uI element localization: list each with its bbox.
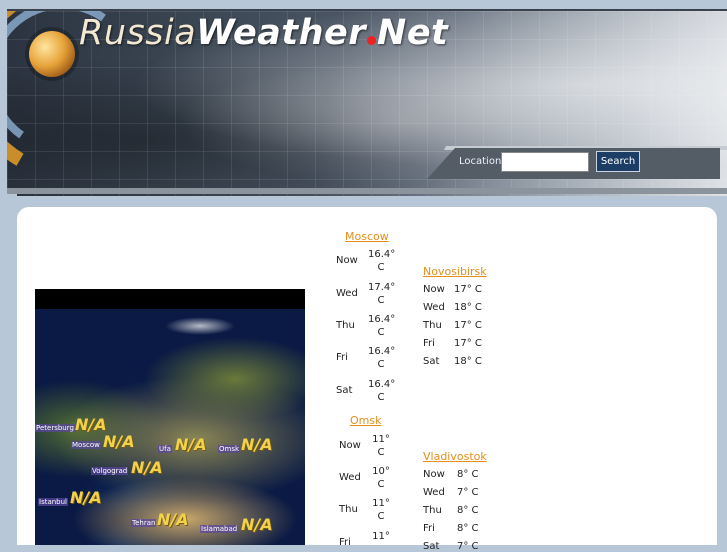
- forecast-temp: 7° C: [457, 487, 479, 498]
- globe-logo-icon: [29, 31, 75, 77]
- forecast-temp: 10° C: [372, 466, 390, 490]
- forecast-temp: 16.4° C: [368, 379, 396, 403]
- forecast-temp: 17.4° C: [368, 282, 396, 306]
- map-city-value: N/A: [103, 432, 135, 451]
- forecast-temp: 8° C: [457, 523, 479, 534]
- site-title-part1: Russia: [79, 13, 197, 53]
- map-city-value: N/A: [70, 488, 102, 507]
- location-input[interactable]: [501, 152, 589, 172]
- forecast-day: Sat: [423, 541, 440, 552]
- forecast-temp: 17° C: [454, 320, 482, 331]
- map-ice: [165, 317, 235, 335]
- map-city-label: Moscow: [71, 441, 101, 449]
- map-city-value: N/A: [75, 415, 107, 434]
- forecast-temp: 8° C: [457, 505, 479, 516]
- map-city-label: Petersburg: [35, 424, 75, 432]
- forecast-day: Thu: [339, 504, 358, 515]
- map-city-label: Istanbul: [38, 498, 69, 506]
- forecast-temp: 7° C: [457, 541, 479, 552]
- map-city-label: Volgograd: [91, 467, 129, 475]
- forecast-temp: 16.4° C: [368, 314, 396, 338]
- forecast-day: Sat: [336, 385, 353, 396]
- forecast-day: Now: [423, 469, 445, 480]
- map-city-value: N/A: [175, 435, 207, 454]
- forecast-temp: 11° C: [372, 498, 390, 522]
- header-bottom-bar: [7, 188, 727, 194]
- map-city-value: N/A: [241, 435, 273, 454]
- site-title[interactable]: RussiaWeather Net: [79, 13, 448, 53]
- map-city-label: Ufa: [158, 445, 172, 453]
- map-city-value: N/A: [241, 515, 273, 534]
- map-top-bar: [35, 289, 305, 309]
- forecast-day: Fri: [339, 537, 351, 548]
- forecast-temp: 16.4° C: [368, 249, 396, 273]
- forecast-day: Wed: [339, 472, 361, 483]
- weather-map[interactable]: Petersburg N/A Moscow N/A Ufa N/A Omsk N…: [35, 289, 305, 545]
- forecast-temp: 11°: [372, 531, 390, 542]
- forecast-day: Wed: [423, 487, 445, 498]
- city-link-novosibirsk[interactable]: Novosibirsk: [423, 265, 487, 278]
- forecast-day: Fri: [423, 338, 435, 349]
- forecast-temp: 17° C: [454, 338, 482, 349]
- forecast-temp: 18° C: [454, 302, 482, 313]
- title-dot-icon: [367, 36, 377, 45]
- forecast-temp: 17° C: [454, 284, 482, 295]
- forecast-temp: 8° C: [457, 469, 479, 480]
- search-button[interactable]: Search: [596, 151, 640, 172]
- forecast-day: Thu: [423, 505, 442, 516]
- map-city-label: Islamabad: [200, 525, 239, 533]
- forecast-day: Now: [423, 284, 445, 295]
- map-city-label: Omsk: [218, 445, 241, 453]
- forecast-day: Fri: [423, 523, 435, 534]
- location-label: Location: [459, 156, 502, 167]
- left-border: [7, 194, 17, 545]
- city-link-moscow[interactable]: Moscow: [345, 230, 389, 243]
- site-title-part2: Weather: [196, 13, 367, 53]
- forecast-day: Wed: [336, 288, 358, 299]
- forecast-day: Wed: [423, 302, 445, 313]
- forecast-day: Now: [336, 255, 358, 266]
- forecast-day: Thu: [423, 320, 442, 331]
- forecast-temp: 18° C: [454, 356, 482, 367]
- forecast-day: Sat: [423, 356, 440, 367]
- site-title-part3: Net: [377, 13, 449, 53]
- map-city-label: Tehran: [131, 519, 157, 527]
- forecast-temp: 11° C: [372, 434, 390, 458]
- map-city-value: N/A: [131, 458, 163, 477]
- forecast-day: Thu: [336, 320, 355, 331]
- forecast-day: Fri: [336, 352, 348, 363]
- city-link-vladivostok[interactable]: Vladivostok: [423, 450, 487, 463]
- map-city-value: N/A: [157, 510, 189, 529]
- city-link-omsk[interactable]: Omsk: [350, 414, 381, 427]
- forecast-temp: 16.4° C: [368, 346, 396, 370]
- forecast-day: Now: [339, 440, 361, 451]
